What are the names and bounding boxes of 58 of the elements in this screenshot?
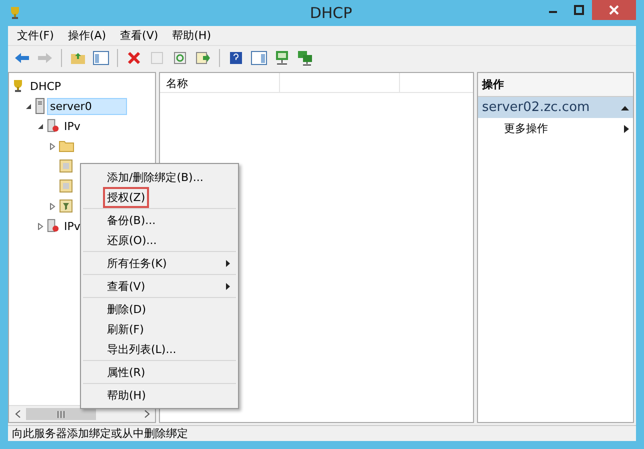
trophy-icon: [11, 79, 25, 93]
context-menu-item[interactable]: 删除(D): [83, 299, 236, 319]
collapsed-arrow-icon[interactable]: [48, 142, 56, 150]
help-icon: [229, 51, 243, 65]
toolbar-button[interactable]: [295, 48, 315, 68]
actions-header: 操作: [478, 73, 633, 97]
window-title: DHCP: [308, 4, 354, 22]
forward-arrow-icon: [37, 52, 53, 64]
menu-item[interactable]: 文件(F): [12, 28, 59, 43]
monitor-icon: [274, 50, 290, 66]
action-item[interactable]: 更多操作: [478, 118, 633, 139]
action-pane-icon: [251, 51, 267, 65]
close-button[interactable]: [592, 0, 636, 20]
close-icon: [609, 5, 619, 15]
back-arrow-icon: [14, 52, 30, 64]
tree-item[interactable]: IPv: [61, 218, 84, 234]
expanded-arrow-icon[interactable]: [24, 102, 32, 110]
context-menu-item[interactable]: 属性(R): [83, 362, 236, 382]
expanded-arrow-icon[interactable]: [36, 122, 44, 130]
folder-icon: [59, 140, 74, 152]
context-menu-item[interactable]: 备份(B)...: [83, 210, 236, 230]
maximize-icon: [574, 5, 584, 15]
collapsed-arrow-icon[interactable]: [36, 222, 44, 230]
console-tree-icon: [93, 51, 109, 65]
delete-icon: [127, 51, 141, 65]
context-menu-item[interactable]: 查看(V): [83, 276, 236, 296]
context-menu-item[interactable]: 授权(Z): [83, 187, 236, 207]
server-status-icon: [47, 118, 59, 134]
tree-item[interactable]: DHCP: [27, 78, 64, 94]
menu-item[interactable]: 查看(V): [115, 28, 164, 43]
menu-item[interactable]: 帮助(H): [167, 28, 216, 43]
scroll-thumb[interactable]: [26, 408, 96, 420]
scroll-right-icon[interactable]: [144, 410, 150, 418]
document-icon: [59, 179, 74, 193]
context-menu-item[interactable]: 还原(O)...: [83, 230, 236, 250]
action-section[interactable]: server02.zc.com: [478, 97, 633, 118]
collapsed-arrow-icon[interactable]: [48, 202, 56, 210]
server-icon: [35, 98, 45, 114]
tree-item[interactable]: server0: [47, 98, 127, 114]
context-menu-item[interactable]: 帮助(H): [83, 385, 236, 405]
filter-icon: [59, 199, 74, 213]
refresh-icon: [173, 51, 187, 65]
context-menu-item[interactable]: 刷新(F): [83, 319, 236, 339]
export-icon: [195, 51, 211, 65]
server-status-icon: [47, 218, 59, 234]
context-menu-item[interactable]: 添加/删除绑定(B)...: [83, 167, 236, 187]
tree-item[interactable]: IPv: [61, 118, 84, 134]
network-monitors-icon: [297, 50, 313, 66]
context-menu-item[interactable]: 所有任务(K): [83, 253, 236, 273]
column-header[interactable]: 名称: [160, 73, 280, 92]
properties-icon: [150, 51, 164, 65]
status-bar: 向此服务器添加绑定或从中删除绑定: [8, 425, 636, 441]
document-icon: [59, 159, 74, 173]
folder-up-icon: [70, 51, 86, 65]
trophy-icon: [8, 6, 22, 20]
scroll-left-icon[interactable]: [14, 410, 20, 418]
context-menu-item[interactable]: 导出列表(L)...: [83, 339, 236, 359]
menu-item[interactable]: 操作(A): [62, 28, 112, 43]
